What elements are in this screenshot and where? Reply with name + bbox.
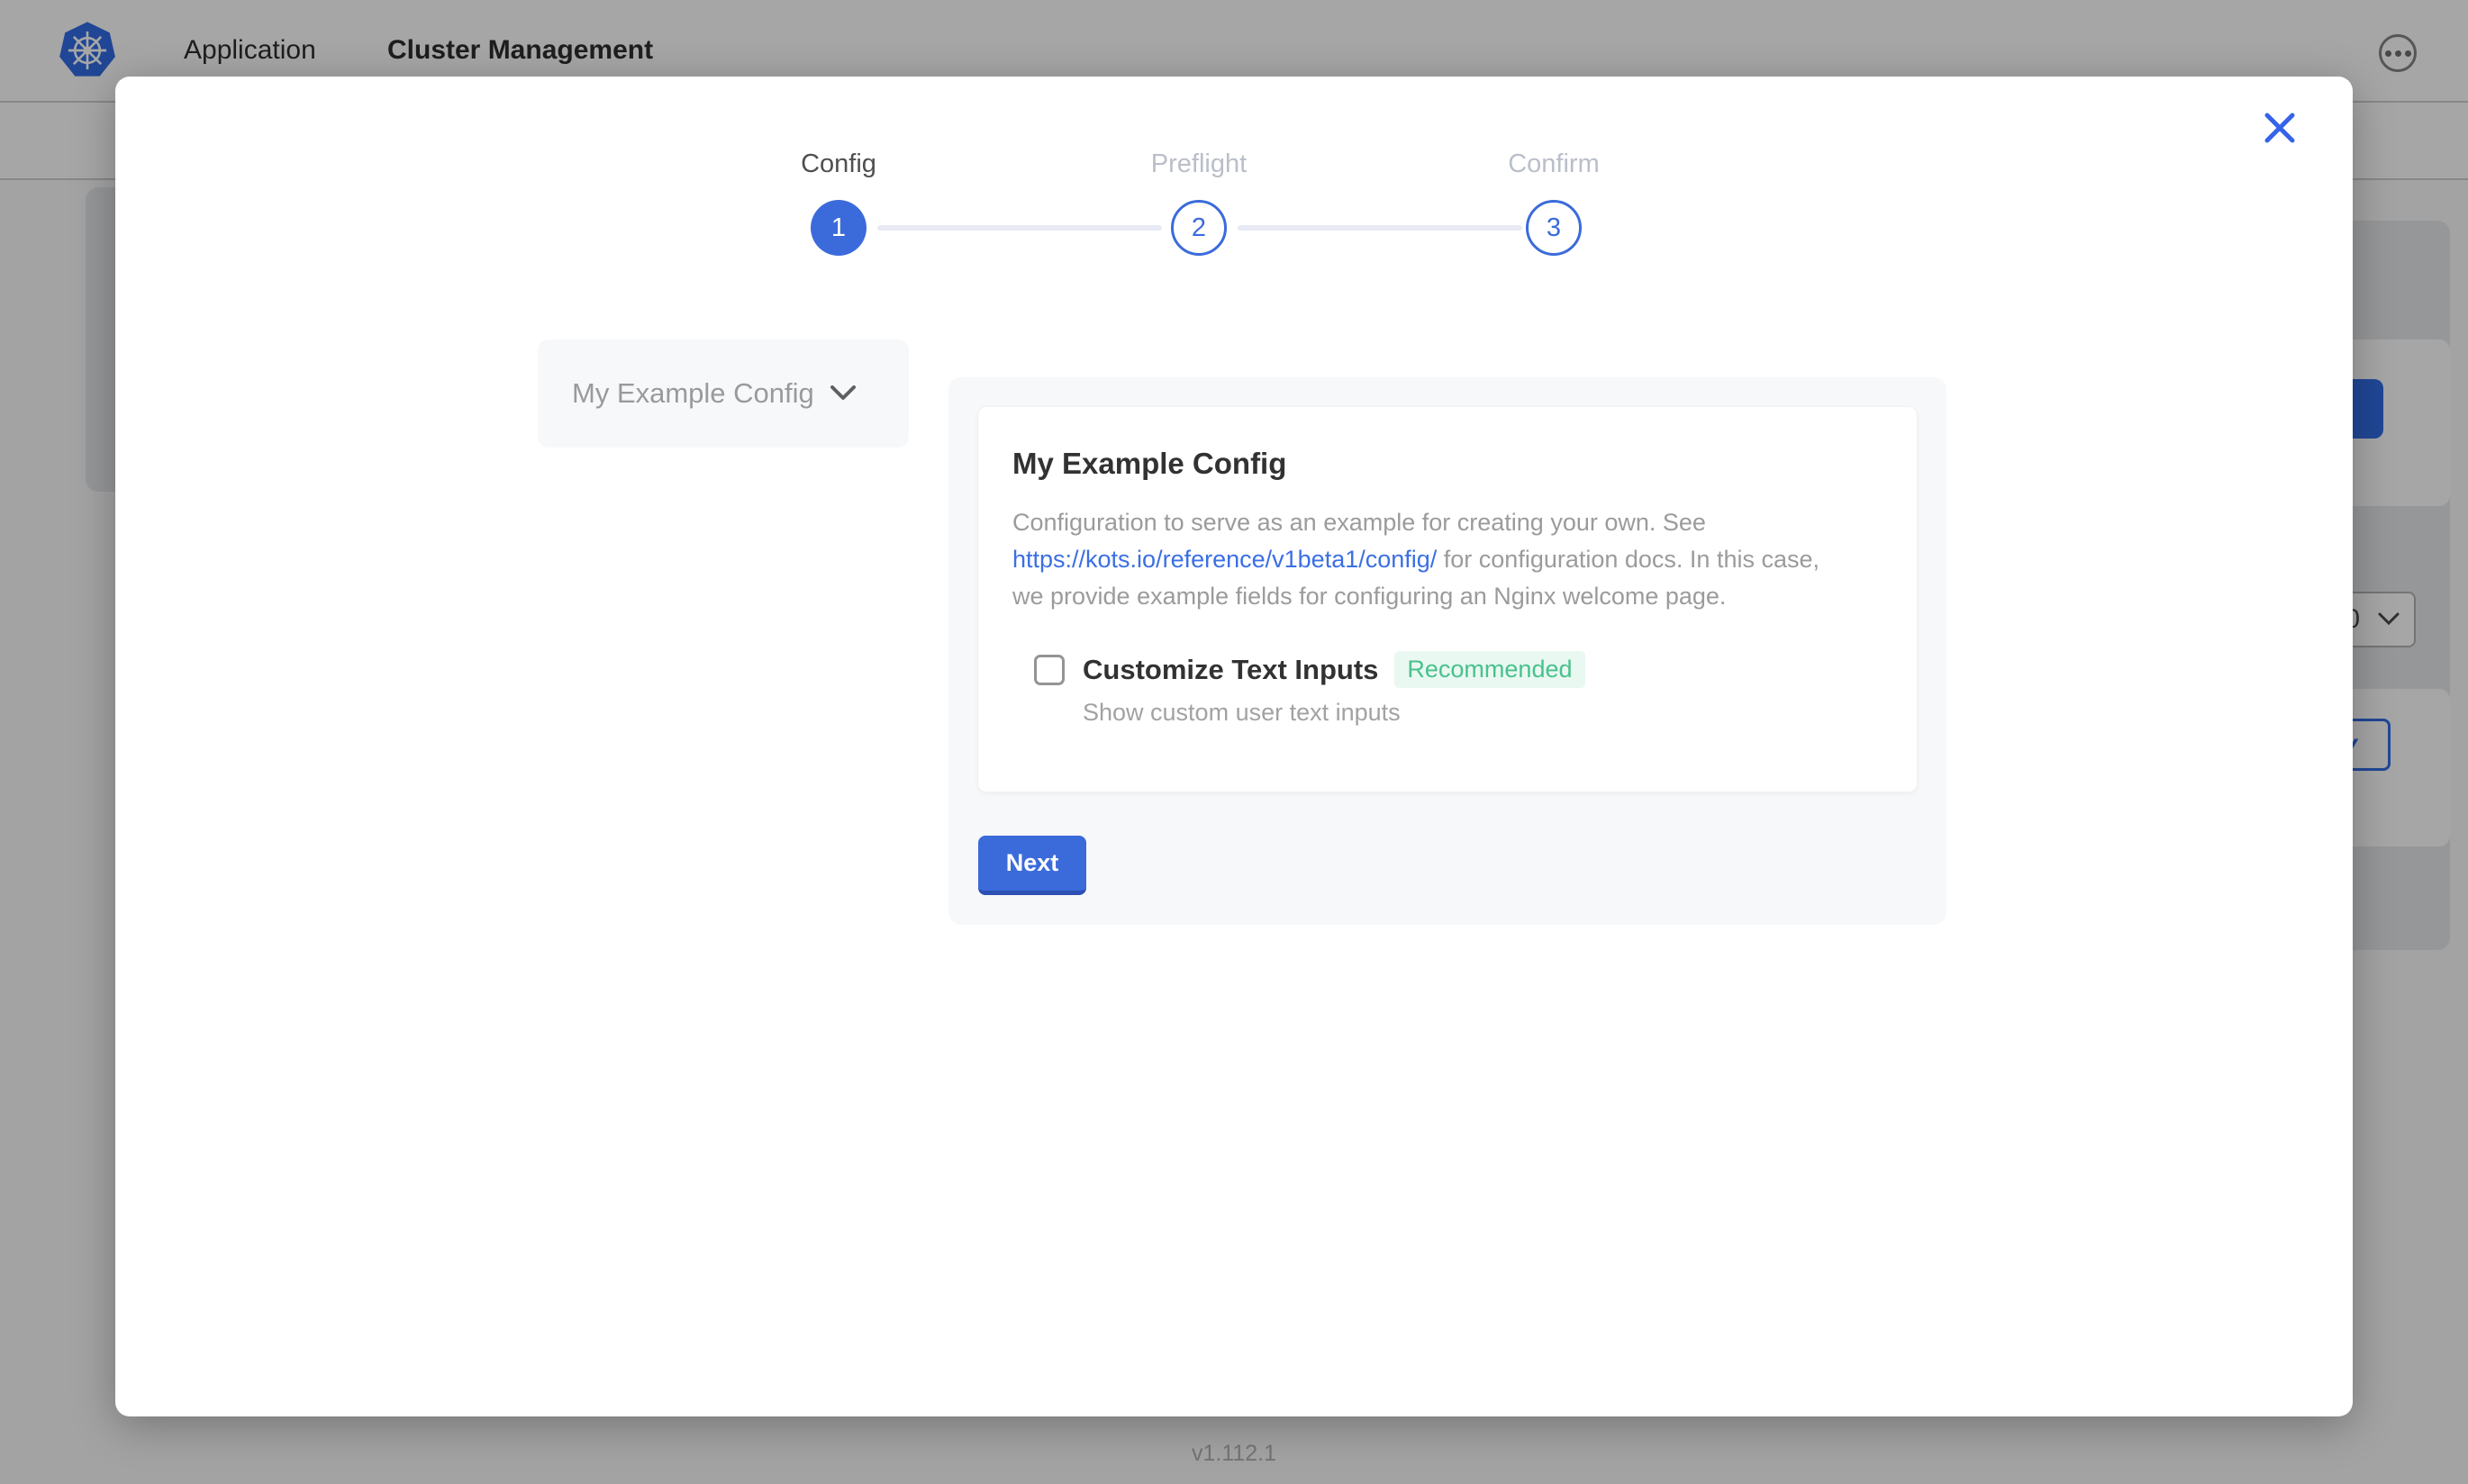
close-button[interactable] bbox=[2261, 109, 2299, 147]
config-panel: My Example Config Configuration to serve… bbox=[948, 377, 1946, 925]
customize-text-inputs-help: Show custom user text inputs bbox=[1083, 699, 1883, 727]
chevron-down-icon bbox=[830, 385, 856, 402]
next-button[interactable]: Next bbox=[978, 836, 1086, 895]
config-wizard-modal: Config 1 Preflight 2 Confirm 3 My Exampl… bbox=[115, 77, 2353, 1416]
customize-text-inputs-checkbox[interactable] bbox=[1034, 655, 1065, 685]
config-group-description: Configuration to serve as an example for… bbox=[1012, 504, 1883, 615]
config-group-dropdown[interactable]: My Example Config bbox=[538, 339, 909, 448]
close-icon bbox=[2263, 111, 2297, 145]
step-label: Confirm bbox=[1419, 148, 1689, 180]
step-label: Config bbox=[703, 148, 974, 180]
description-line-3: we provide example fields for configurin… bbox=[1012, 583, 1726, 610]
config-group-dropdown-label: My Example Config bbox=[572, 377, 814, 410]
step-circle-3[interactable]: 3 bbox=[1526, 200, 1582, 256]
step-config: Config 1 bbox=[703, 148, 974, 256]
description-line-2: for configuration docs. In this case, bbox=[1437, 546, 1819, 573]
step-confirm: Confirm 3 bbox=[1419, 148, 1689, 256]
customize-text-inputs-label: Customize Text Inputs bbox=[1083, 654, 1378, 686]
config-group-title: My Example Config bbox=[1012, 447, 1883, 481]
config-docs-link[interactable]: https://kots.io/reference/v1beta1/config… bbox=[1012, 546, 1437, 573]
step-circle-2[interactable]: 2 bbox=[1171, 200, 1227, 256]
customize-text-inputs-row: Customize Text Inputs Recommended bbox=[1034, 651, 1883, 688]
config-group-card: My Example Config Configuration to serve… bbox=[977, 406, 1918, 792]
description-line-1: Configuration to serve as an example for… bbox=[1012, 509, 1706, 536]
step-circle-1[interactable]: 1 bbox=[811, 200, 867, 256]
step-preflight: Preflight 2 bbox=[1064, 148, 1334, 256]
recommended-badge: Recommended bbox=[1394, 651, 1584, 688]
step-label: Preflight bbox=[1064, 148, 1334, 180]
